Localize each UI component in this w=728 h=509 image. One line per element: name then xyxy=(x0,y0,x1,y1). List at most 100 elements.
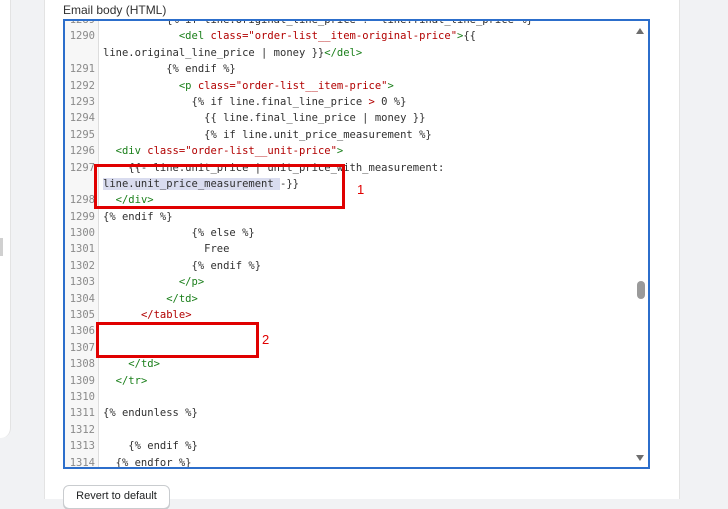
code-text: </table> xyxy=(103,307,192,323)
code-token: <div xyxy=(115,145,148,158)
code-token: {% endif %} xyxy=(103,259,262,272)
code-token: </p> xyxy=(178,276,205,289)
line-number: 1298 xyxy=(69,194,95,207)
code-line[interactable]: 1301 Free xyxy=(65,241,648,257)
code-line[interactable]: 1294 {{ line.final_line_price | money }} xyxy=(65,110,648,126)
code-text: {% endif %} xyxy=(103,61,236,77)
code-token: {% if line.unit_price_measurement %} xyxy=(103,128,432,141)
line-number: 1299 xyxy=(69,210,95,223)
code-token: "order-list__item-price" xyxy=(235,79,388,92)
line-number: 1312 xyxy=(69,423,95,436)
line-number: 1294 xyxy=(69,112,95,125)
code-token: line.original_line_price | money }} xyxy=(103,46,325,59)
code-token: Free xyxy=(103,243,230,256)
line-number: 1295 xyxy=(69,128,95,141)
code-text: {% endif %} xyxy=(103,258,262,274)
line-number: 1302 xyxy=(69,259,95,272)
code-text: </td> xyxy=(103,291,198,307)
line-number: 1291 xyxy=(69,63,95,76)
code-token: {% else %} xyxy=(103,227,255,240)
code-text: {% if line.original_line_price != line.f… xyxy=(103,19,533,28)
code-token: <del xyxy=(178,30,211,43)
editor-scrollbar-thumb[interactable] xyxy=(637,281,645,299)
code-line[interactable]: 1314 {% endfor %} xyxy=(65,455,648,469)
code-line[interactable]: 1310 xyxy=(65,389,648,405)
line-number: 1313 xyxy=(69,440,95,453)
code-token: <p xyxy=(178,79,198,92)
code-line[interactable]: 1308 </td> xyxy=(65,356,648,372)
code-lines[interactable]: 1289 {% if line.original_line_price != l… xyxy=(65,19,648,469)
code-line[interactable]: 1313 {% endif %} xyxy=(65,438,648,454)
html-code-editor[interactable]: 1289 {% if line.original_line_price != l… xyxy=(63,19,650,469)
code-line[interactable]: 1312 xyxy=(65,422,648,438)
line-number: 1309 xyxy=(69,374,95,387)
code-token: class= xyxy=(147,145,186,158)
line-number: 1308 xyxy=(69,358,95,371)
code-line[interactable]: 1296 <div class="order-list__unit-price"… xyxy=(65,143,648,159)
code-text: <del class="order-list__item-original-pr… xyxy=(103,28,476,44)
code-token: > xyxy=(387,79,394,92)
annotation-label-2: 2 xyxy=(262,332,270,347)
code-text: {% endif %} xyxy=(103,209,173,225)
code-text: <p class="order-list__item-price"> xyxy=(103,78,394,94)
side-panel-handle xyxy=(0,238,3,256)
side-panel xyxy=(0,0,11,438)
code-line[interactable]: 1305 </table> xyxy=(65,307,648,323)
line-number: 1306 xyxy=(69,325,95,338)
line-number: 1293 xyxy=(69,95,95,108)
code-line[interactable]: 1311 {% endunless %} xyxy=(65,405,648,421)
code-line[interactable]: 1291 {% endif %} xyxy=(65,61,648,77)
code-text: </tr> xyxy=(103,373,148,389)
code-line[interactable]: line.original_line_price | money }}</del… xyxy=(65,45,648,61)
code-line[interactable]: 1303 </p> xyxy=(65,274,648,290)
code-token: </tr> xyxy=(115,374,148,387)
revert-to-default-button[interactable]: Revert to default xyxy=(63,485,170,509)
annotation-box-2 xyxy=(96,322,259,358)
code-token: {% if line.original_line_price != line.f… xyxy=(103,19,533,26)
code-text: {% else %} xyxy=(103,225,255,241)
scroll-up-arrow-icon[interactable] xyxy=(636,28,644,34)
email-body-label: Email body (HTML) xyxy=(63,3,167,17)
code-token: > xyxy=(336,145,344,158)
code-token: </del> xyxy=(324,46,363,59)
code-text: {{ line.final_line_price | money }} xyxy=(103,110,425,126)
code-line[interactable]: 1309 </tr> xyxy=(65,373,648,389)
code-line[interactable]: 1300 {% else %} xyxy=(65,225,648,241)
line-number: 1310 xyxy=(69,390,95,403)
line-number: 1304 xyxy=(69,292,95,305)
code-token: </td> xyxy=(166,292,198,305)
code-token: {% endif %} xyxy=(103,210,173,223)
scroll-down-arrow-icon[interactable] xyxy=(636,455,644,461)
code-token: </table> xyxy=(140,309,192,322)
code-text: {% endif %} xyxy=(103,438,198,454)
code-token: "order-list__item-original-price" xyxy=(248,30,458,43)
line-number: 1297 xyxy=(69,161,95,174)
code-text: </td> xyxy=(103,356,160,372)
code-line[interactable]: 1302 {% endif %} xyxy=(65,258,648,274)
code-line[interactable]: 1289 {% if line.original_line_price != l… xyxy=(65,19,648,28)
code-line[interactable]: 1292 <p class="order-list__item-price"> xyxy=(65,78,648,94)
line-number: 1290 xyxy=(69,30,95,43)
code-line[interactable]: 1304 </td> xyxy=(65,291,648,307)
code-line[interactable]: 1293 {% if line.final_line_price > 0 %} xyxy=(65,94,648,110)
code-line[interactable]: 1299 {% endif %} xyxy=(65,209,648,225)
line-number: 1307 xyxy=(69,341,95,354)
line-number: 1311 xyxy=(69,407,95,420)
code-token: 0 %} xyxy=(374,95,407,108)
code-text: <div class="order-list__unit-price"> xyxy=(103,143,344,159)
code-token: class= xyxy=(197,79,236,92)
code-token: {% endfor %} xyxy=(103,456,192,469)
code-text: line.original_line_price | money }}</del… xyxy=(103,45,362,61)
code-line[interactable]: 1290 <del class="order-list__item-origin… xyxy=(65,28,648,44)
line-number: 1289 xyxy=(69,19,95,26)
annotation-label-1: 1 xyxy=(357,182,365,197)
code-text: {% if line.final_line_price > 0 %} xyxy=(103,94,407,110)
line-number: 1301 xyxy=(69,243,95,256)
code-line[interactable]: 1295 {% if line.unit_price_measurement %… xyxy=(65,127,648,143)
